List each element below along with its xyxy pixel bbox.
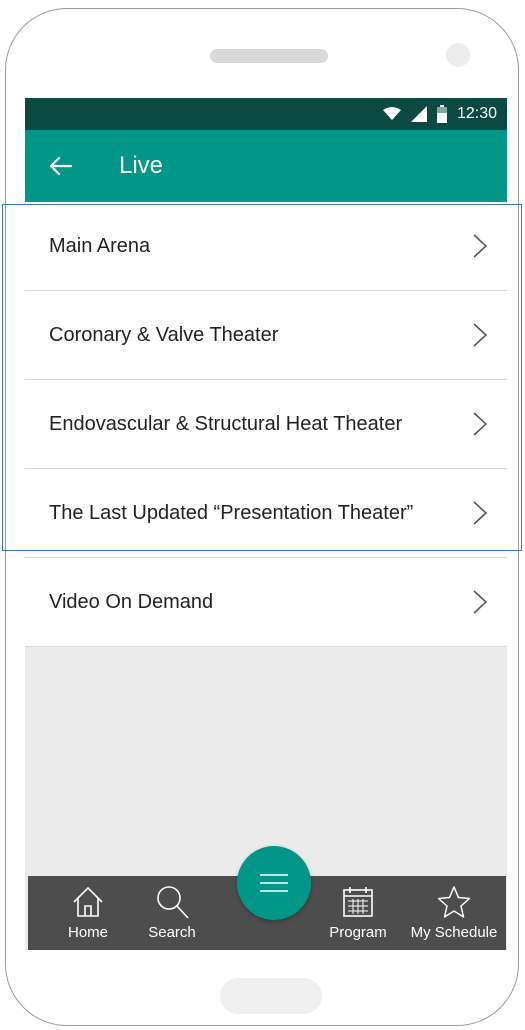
nav-home[interactable]: Home <box>48 876 128 950</box>
status-bar: 12:30 <box>25 98 507 130</box>
phone-home-button[interactable] <box>220 978 322 1014</box>
menu-icon <box>260 874 288 892</box>
nav-my-schedule[interactable]: My Schedule <box>406 876 502 950</box>
back-arrow-icon[interactable] <box>47 152 75 180</box>
list-item[interactable]: Video On Demand <box>25 558 507 647</box>
signal-icon <box>410 106 427 122</box>
menu-fab-button[interactable] <box>237 846 311 920</box>
nav-search[interactable]: Search <box>132 876 212 950</box>
app-bar: Live <box>25 130 507 202</box>
nav-program[interactable]: Program <box>318 876 398 950</box>
phone-speaker <box>210 49 328 63</box>
page-title: Live <box>119 152 164 179</box>
search-icon <box>157 886 189 919</box>
home-icon <box>73 886 103 917</box>
wifi-icon <box>382 107 401 120</box>
nav-program-label: Program <box>329 924 387 941</box>
phone-camera <box>446 43 470 67</box>
battery-icon <box>436 105 447 123</box>
nav-search-label: Search <box>148 924 196 941</box>
status-time: 12:30 <box>456 105 497 122</box>
nav-schedule-label: My Schedule <box>410 924 498 941</box>
calendar-icon <box>343 887 373 917</box>
selection-highlight <box>2 204 522 551</box>
list-item-label: Video On Demand <box>49 590 214 613</box>
nav-home-label: Home <box>67 924 108 941</box>
chevron-right-icon <box>473 590 487 614</box>
star-icon <box>437 886 471 918</box>
